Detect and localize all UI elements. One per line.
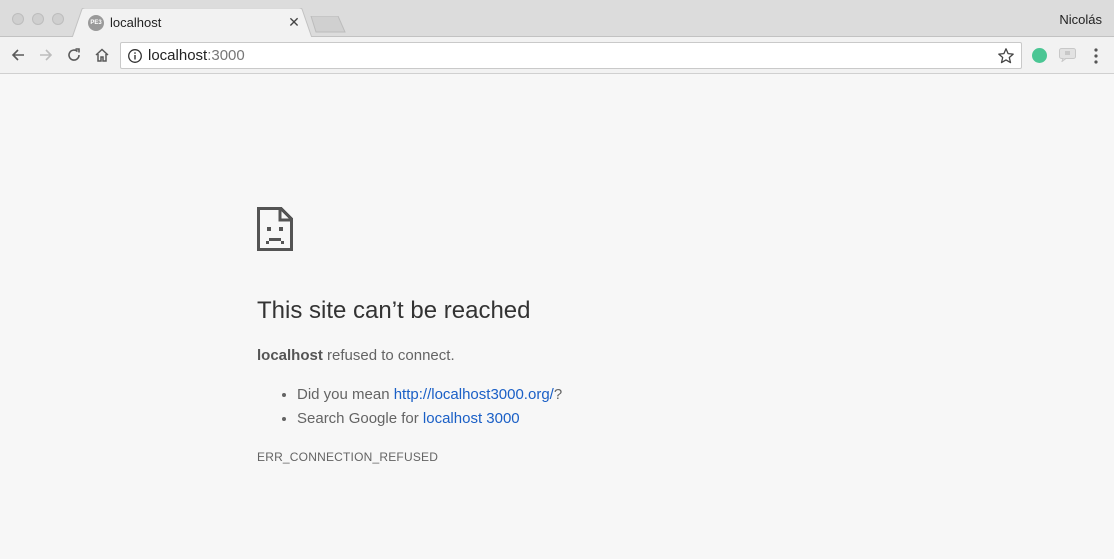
- forward-button[interactable]: [35, 44, 57, 66]
- back-button[interactable]: [7, 44, 29, 66]
- error-message: localhost refused to connect.: [257, 347, 455, 364]
- toolbar: localhost:3000: [0, 37, 1114, 74]
- list-item: Did you mean http://localhost3000.org/?: [297, 385, 562, 409]
- menu-icon[interactable]: [1090, 46, 1102, 66]
- title-bar: PE3 localhost ✕ Nicolás: [0, 0, 1114, 38]
- search-google-link[interactable]: localhost 3000: [423, 410, 520, 427]
- home-button[interactable]: [91, 44, 113, 66]
- extension-icon[interactable]: [1059, 48, 1076, 62]
- url-text[interactable]: localhost:3000: [148, 47, 245, 64]
- extension-icon[interactable]: [1032, 48, 1047, 63]
- reload-icon: [68, 48, 80, 61]
- suggested-url-link[interactable]: http://localhost3000.org/: [394, 386, 554, 403]
- url-host: localhost: [148, 47, 208, 64]
- close-icon[interactable]: ✕: [286, 13, 302, 31]
- home-icon: [95, 48, 109, 62]
- error-code: ERR_CONNECTION_REFUSED: [257, 450, 439, 464]
- tab-title: localhost: [110, 15, 162, 30]
- profile-name[interactable]: Nicolás: [1059, 12, 1102, 27]
- favicon-icon: PE3: [88, 15, 104, 31]
- forward-icon: [40, 49, 53, 61]
- star-icon[interactable]: [997, 47, 1015, 65]
- error-heading: This site can’t be reached: [257, 297, 531, 324]
- address-bar[interactable]: localhost:3000: [120, 42, 1022, 69]
- tab-shape: [72, 8, 312, 38]
- reload-button[interactable]: [63, 44, 85, 66]
- minimize-window-button[interactable]: [32, 13, 44, 25]
- tab-localhost[interactable]: PE3 localhost ✕: [72, 8, 312, 38]
- suggestions-list: Did you mean http://localhost3000.org/? …: [297, 385, 562, 433]
- url-port: :3000: [207, 47, 245, 64]
- back-icon: [11, 49, 24, 61]
- error-message-text: refused to connect.: [322, 347, 455, 364]
- close-window-button[interactable]: [12, 13, 24, 25]
- maximize-window-button[interactable]: [52, 13, 64, 25]
- info-icon[interactable]: [127, 48, 143, 64]
- suggestion-suffix: ?: [553, 386, 563, 403]
- list-item: Search Google for localhost 3000: [297, 409, 562, 433]
- suggestion-prefix: Did you mean: [297, 386, 394, 403]
- new-tab-button[interactable]: [310, 16, 346, 33]
- suggestion-prefix: Search Google for: [297, 410, 423, 427]
- sad-document-icon: [257, 207, 293, 251]
- error-host: localhost: [257, 347, 323, 364]
